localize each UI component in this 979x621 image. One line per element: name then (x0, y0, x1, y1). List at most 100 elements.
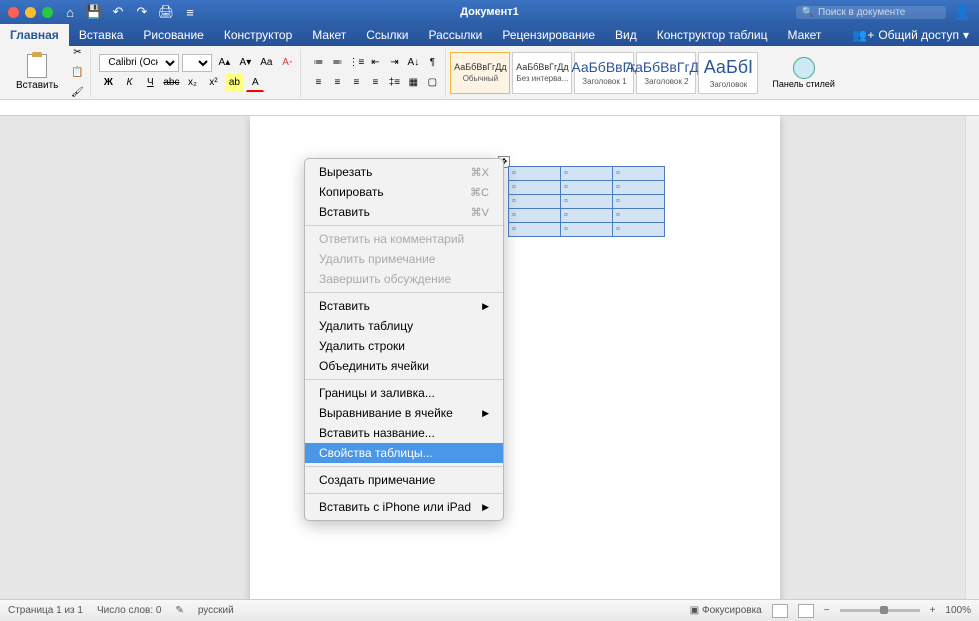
style-item-3[interactable]: АаБбВвГгДдЗаголовок 2 (636, 52, 696, 94)
tab-layout[interactable]: Макет (302, 24, 356, 46)
menu-item[interactable]: Копировать⌘C (305, 182, 503, 202)
highlight-icon[interactable]: ab (225, 74, 243, 92)
sort-icon[interactable]: A↓ (404, 54, 422, 72)
zoom-slider[interactable] (840, 609, 920, 612)
tab-design[interactable]: Конструктор (214, 24, 302, 46)
vertical-scrollbar[interactable] (965, 116, 979, 599)
align-left-icon[interactable]: ≡ (309, 74, 327, 92)
align-center-icon[interactable]: ≡ (328, 74, 346, 92)
grow-font-icon[interactable]: A▴ (215, 54, 233, 72)
focus-mode[interactable]: ▣ Фокусировка (690, 605, 762, 616)
table-cell[interactable]: ¤ (561, 195, 613, 209)
table-cell[interactable]: ¤ (613, 223, 665, 237)
word-count[interactable]: Число слов: 0 (97, 605, 161, 616)
tab-references[interactable]: Ссылки (356, 24, 418, 46)
minimize-window[interactable] (25, 7, 36, 18)
table-cell[interactable]: ¤ (561, 181, 613, 195)
print-icon[interactable]: 🖨 (159, 5, 173, 19)
align-right-icon[interactable]: ≡ (347, 74, 365, 92)
table-cell[interactable]: ¤ (613, 181, 665, 195)
zoom-out-icon[interactable]: − (824, 605, 830, 616)
language-status[interactable]: русский (198, 605, 234, 616)
tab-view[interactable]: Вид (605, 24, 647, 46)
numbering-icon[interactable]: ≕ (328, 54, 346, 72)
share-button[interactable]: 👥+ Общий доступ ▾ (842, 24, 979, 46)
zoom-level[interactable]: 100% (945, 605, 971, 616)
menu-item[interactable]: Выравнивание в ячейке▶ (305, 403, 503, 423)
web-layout-view[interactable] (798, 604, 814, 618)
strike-button[interactable]: abc (162, 74, 180, 92)
superscript-button[interactable]: x² (204, 74, 222, 92)
menu-item[interactable]: Границы и заливка... (305, 383, 503, 403)
menu-item[interactable]: Вставить▶ (305, 296, 503, 316)
multilevel-icon[interactable]: ⋮≡ (347, 54, 365, 72)
font-name-select[interactable]: Calibri (Осно... (99, 54, 179, 72)
home-icon[interactable]: ⌂ (63, 5, 77, 19)
font-color-icon[interactable]: A (246, 74, 264, 92)
font-size-select[interactable]: 12 (182, 54, 212, 72)
zoom-window[interactable] (42, 7, 53, 18)
italic-button[interactable]: К (120, 74, 138, 92)
table-cell[interactable]: ¤ (613, 167, 665, 181)
tab-review[interactable]: Рецензирование (492, 24, 605, 46)
style-item-4[interactable]: АаБбІЗаголовок (698, 52, 758, 94)
menu-item[interactable]: Объединить ячейки (305, 356, 503, 376)
user-icon[interactable]: 👤 (954, 4, 971, 21)
shrink-font-icon[interactable]: A▾ (236, 54, 254, 72)
table-cell[interactable]: ¤ (509, 223, 561, 237)
table-cell[interactable]: ¤ (509, 167, 561, 181)
format-painter-icon[interactable]: 🖌 (68, 84, 86, 102)
pilcrow-icon[interactable]: ¶ (423, 54, 441, 72)
document-table[interactable]: ¤¤¤¤¤¤¤¤¤¤¤¤¤¤¤ (508, 166, 665, 237)
menu-item[interactable]: Вставить с iPhone или iPad▶ (305, 497, 503, 517)
table-cell[interactable]: ¤ (561, 223, 613, 237)
bold-button[interactable]: Ж (99, 74, 117, 92)
zoom-in-icon[interactable]: + (930, 605, 936, 616)
tab-table-design[interactable]: Конструктор таблиц (647, 24, 778, 46)
horizontal-ruler[interactable] (0, 100, 979, 116)
subscript-button[interactable]: x₂ (183, 74, 201, 92)
search-box[interactable]: 🔍 Поиск в документе (796, 6, 946, 19)
justify-icon[interactable]: ≡ (366, 74, 384, 92)
copy-icon[interactable]: 📋 (68, 64, 86, 82)
style-item-0[interactable]: АаБбВвГгДдОбычный (450, 52, 510, 94)
redo-icon[interactable]: ↷ (135, 5, 149, 19)
tab-draw[interactable]: Рисование (133, 24, 213, 46)
underline-button[interactable]: Ч (141, 74, 159, 92)
menu-item[interactable]: Вставить название... (305, 423, 503, 443)
indent-decrease-icon[interactable]: ⇤ (366, 54, 384, 72)
menu-item[interactable]: Удалить таблицу (305, 316, 503, 336)
shading-icon[interactable]: ▦ (404, 74, 422, 92)
menu-item[interactable]: Удалить строки (305, 336, 503, 356)
bullets-icon[interactable]: ≔ (309, 54, 327, 72)
table-cell[interactable]: ¤ (613, 195, 665, 209)
line-spacing-icon[interactable]: ‡≡ (385, 74, 403, 92)
menu-item[interactable]: Свойства таблицы... (305, 443, 503, 463)
borders-icon[interactable]: ▢ (423, 74, 441, 92)
table-cell[interactable]: ¤ (561, 209, 613, 223)
menu-item[interactable]: Создать примечание (305, 470, 503, 490)
table-cell[interactable]: ¤ (561, 167, 613, 181)
styles-panel-button[interactable]: Панель стилей (766, 55, 841, 91)
qat-customize-icon[interactable]: ≡ (183, 5, 197, 19)
change-case-icon[interactable]: Aa (257, 54, 275, 72)
clear-format-icon[interactable]: A◦ (278, 54, 296, 72)
spellcheck-icon[interactable]: ✎ (175, 605, 183, 616)
paste-button[interactable]: Вставить (10, 52, 64, 93)
indent-increase-icon[interactable]: ⇥ (385, 54, 403, 72)
save-icon[interactable]: 💾 (87, 5, 101, 19)
menu-item[interactable]: Вставить⌘V (305, 202, 503, 222)
style-item-1[interactable]: АаБбВвГгДдБез интерва... (512, 52, 572, 94)
table-cell[interactable]: ¤ (613, 209, 665, 223)
undo-icon[interactable]: ↶ (111, 5, 125, 19)
table-cell[interactable]: ¤ (509, 181, 561, 195)
menu-item[interactable]: Вырезать⌘X (305, 162, 503, 182)
print-layout-view[interactable] (772, 604, 788, 618)
cut-icon[interactable]: ✂ (68, 44, 86, 62)
table-cell[interactable]: ¤ (509, 195, 561, 209)
close-window[interactable] (8, 7, 19, 18)
page-status[interactable]: Страница 1 из 1 (8, 605, 83, 616)
tab-table-layout[interactable]: Макет (777, 24, 831, 46)
table-cell[interactable]: ¤ (509, 209, 561, 223)
tab-mailings[interactable]: Рассылки (419, 24, 493, 46)
